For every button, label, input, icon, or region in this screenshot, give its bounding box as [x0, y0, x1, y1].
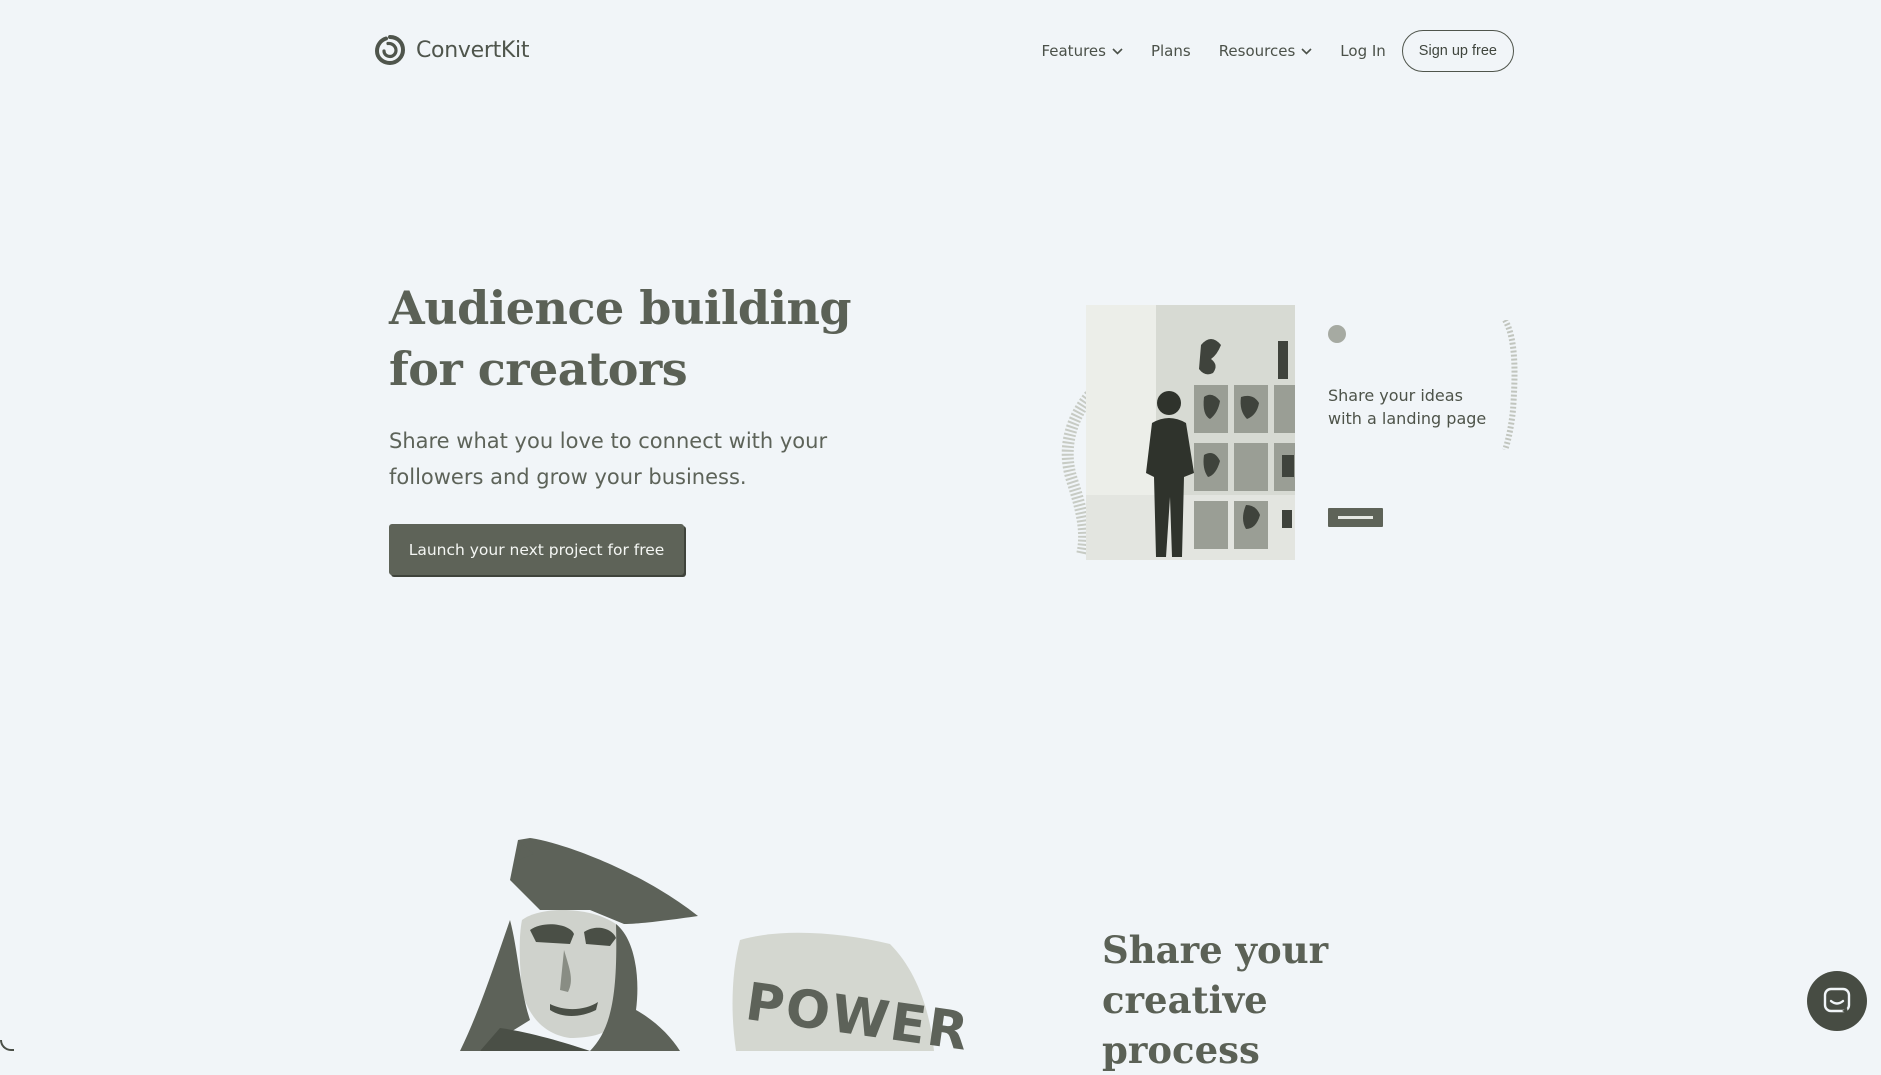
nav-plans-label: Plans: [1150, 42, 1191, 60]
preview-caption: Share your ideas with a landing page: [1328, 384, 1508, 430]
site-header: ConvertKit Features Plans Resources Log …: [0, 0, 1881, 104]
launch-project-button[interactable]: Launch your next project for free: [389, 524, 684, 575]
nav-resources-label: Resources: [1218, 42, 1296, 60]
chevron-down-icon: [1112, 47, 1123, 55]
chevron-down-icon: [1301, 47, 1312, 55]
creative-process-art: POWER: [440, 820, 980, 1063]
hero-title-line2: for creators: [389, 342, 688, 396]
creative-process-title-line2: process: [1102, 1028, 1260, 1072]
hero-title-line1: Audience building: [389, 281, 852, 335]
chat-launcher-button[interactable]: [1807, 971, 1867, 1031]
nav-features[interactable]: Features: [1041, 42, 1123, 60]
chat-bubble-icon: [1823, 987, 1851, 1014]
nav-resources[interactable]: Resources: [1219, 42, 1313, 60]
creative-process-title-line1: Share your creative: [1102, 928, 1329, 1022]
landing-page-preview: Share your ideas with a landing page: [1060, 300, 1530, 570]
avatar-dot: [1328, 325, 1346, 343]
decorative-edge: [1502, 320, 1518, 450]
main-nav: Features Plans Resources Log In Sign up …: [1041, 30, 1514, 72]
artist-photo: [1086, 305, 1295, 560]
brand-logo[interactable]: ConvertKit: [374, 34, 529, 66]
preview-button: [1328, 508, 1383, 527]
hero-title: Audience building for creators: [389, 278, 909, 400]
preview-caption-line2: with a landing page: [1328, 409, 1487, 428]
window-corner: [0, 1040, 14, 1051]
nav-login[interactable]: Log In: [1340, 42, 1386, 60]
nav-plans[interactable]: Plans: [1151, 42, 1191, 60]
hero-subtitle: Share what you love to connect with your…: [389, 429, 828, 489]
nav-features-label: Features: [1041, 42, 1106, 60]
signup-button[interactable]: Sign up free: [1401, 30, 1514, 72]
convertkit-ring-icon: [374, 34, 406, 66]
creative-process-title: Share your creative process: [1102, 925, 1502, 1075]
nav-login-label: Log In: [1340, 42, 1386, 60]
preview-caption-line1: Share your ideas: [1328, 386, 1463, 405]
brand-name: ConvertKit: [416, 37, 530, 63]
